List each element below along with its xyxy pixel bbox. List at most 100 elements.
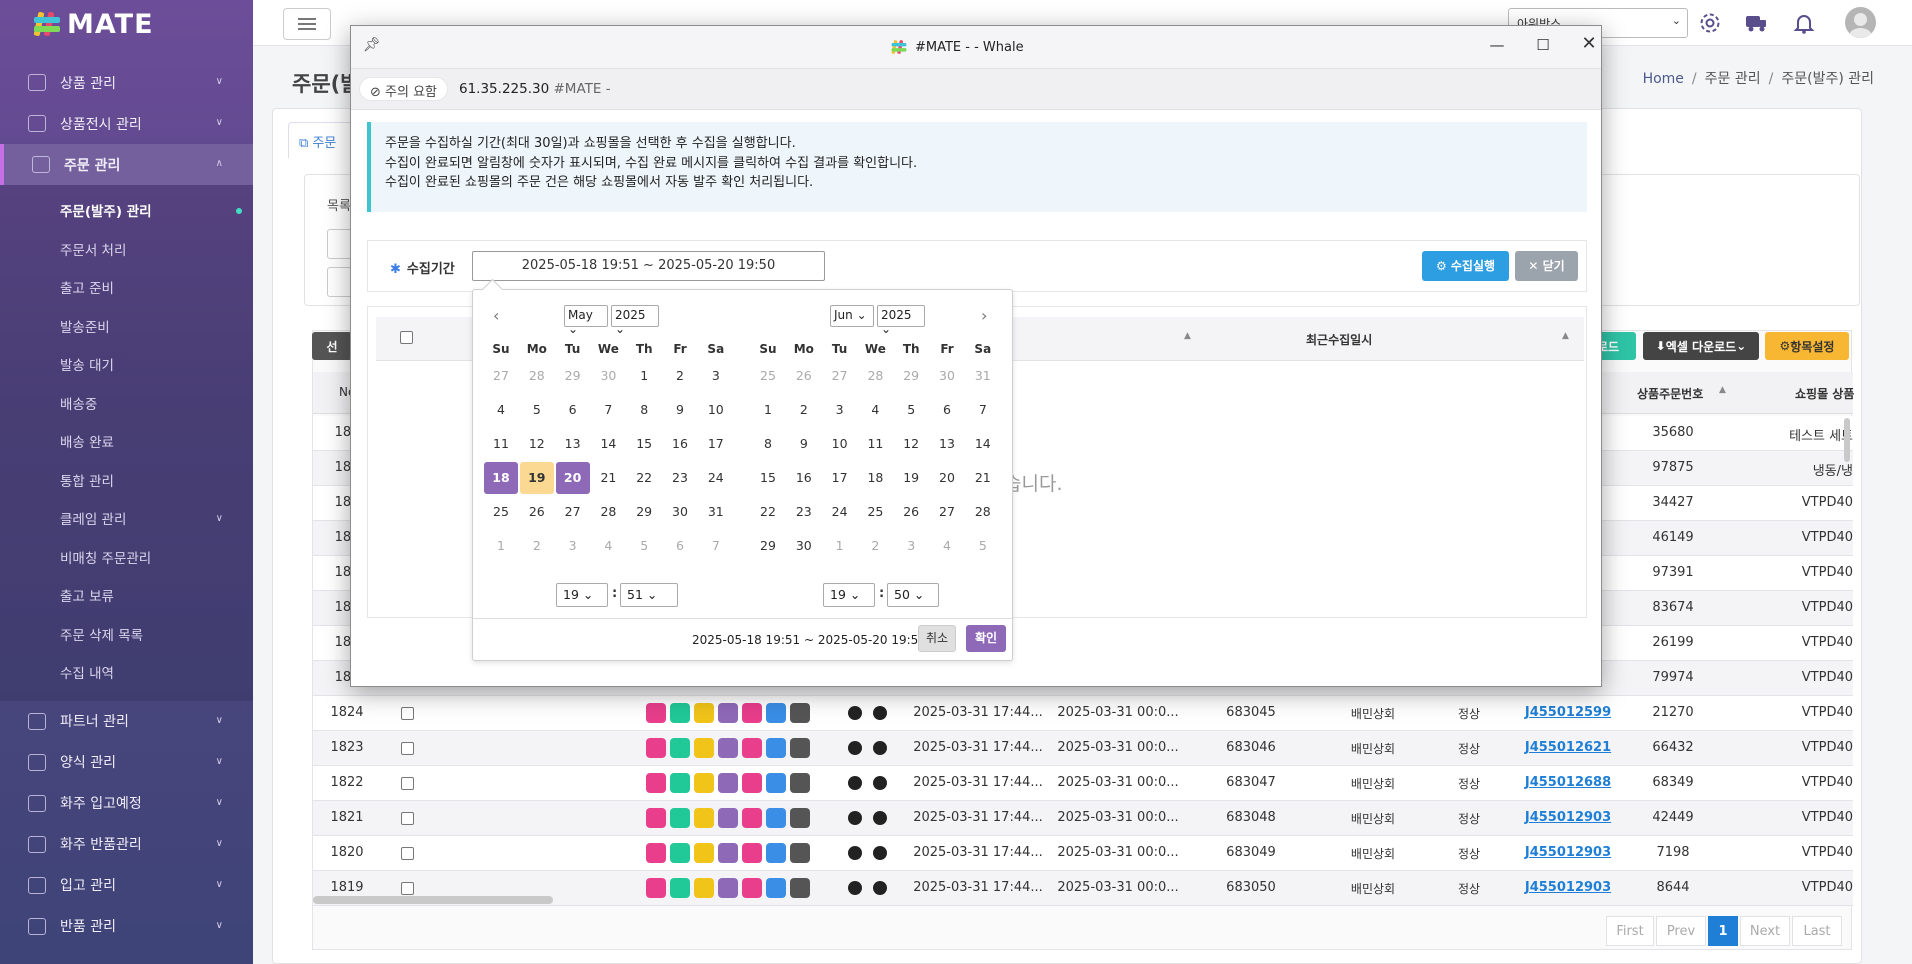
submenu-deleted[interactable]: 주문 삭제 목록 — [0, 615, 253, 654]
calendar-day[interactable]: 23 — [787, 496, 821, 528]
sidebar-item-return[interactable]: 반품 관리 ∨ — [0, 906, 253, 947]
calendar-day[interactable]: 14 — [966, 428, 1000, 460]
calendar-day[interactable]: 27 — [930, 496, 964, 528]
calendar-day[interactable]: 17 — [699, 428, 733, 460]
table-row[interactable]: 1823 2025-03-31 17:44... 2025-03-31 00:0..… — [313, 731, 1853, 766]
calendar-day[interactable]: 27 — [823, 360, 857, 392]
calendar-day[interactable]: 4 — [484, 394, 518, 426]
row-action-icon[interactable] — [670, 773, 690, 793]
row-action-icon[interactable] — [646, 808, 666, 828]
row-action-icon[interactable] — [694, 808, 714, 828]
comment-icon[interactable] — [848, 846, 862, 860]
truck-icon[interactable] — [1744, 11, 1768, 35]
calendar-day[interactable]: 18 — [484, 462, 518, 494]
gear-icon[interactable] — [873, 776, 887, 790]
calendar-day[interactable]: 4 — [930, 530, 964, 562]
cell-order-link[interactable]: J455012599 — [1513, 705, 1623, 720]
submenu-hold[interactable]: 출고 보류 — [0, 576, 253, 615]
left-hour-select[interactable]: 19 ⌄ — [556, 583, 608, 607]
minimize-icon[interactable]: — — [1485, 36, 1509, 54]
row-action-icon[interactable] — [766, 808, 786, 828]
submenu-claim[interactable]: 클레임 관리 ∨ — [0, 499, 253, 538]
calendar-day[interactable]: 16 — [663, 428, 697, 460]
calendar-day[interactable]: 8 — [627, 394, 661, 426]
calendar-day[interactable]: 1 — [751, 394, 785, 426]
calendar-day[interactable]: 4 — [591, 530, 625, 562]
maximize-icon[interactable]: ☐ — [1531, 36, 1555, 54]
submenu-unmatched[interactable]: 비매칭 주문관리 — [0, 538, 253, 577]
left-year-select[interactable]: 2025 ⌄ — [611, 305, 659, 336]
calendar-day[interactable]: 15 — [751, 462, 785, 494]
calendar-day[interactable]: 20 — [555, 462, 590, 494]
calendar-day[interactable]: 19 — [894, 462, 928, 494]
cell-order-link[interactable]: J455012903 — [1513, 845, 1623, 860]
pager-last[interactable]: Last — [1792, 916, 1842, 946]
row-checkbox[interactable] — [401, 882, 414, 895]
next-month-icon[interactable]: › — [981, 306, 987, 325]
comment-icon[interactable] — [848, 776, 862, 790]
calendar-day[interactable]: 31 — [966, 360, 1000, 392]
calendar-day[interactable]: 7 — [966, 394, 1000, 426]
cell-order-link[interactable]: J455012621 — [1513, 740, 1623, 755]
calendar-day[interactable]: 25 — [858, 496, 892, 528]
calendar-day[interactable]: 30 — [663, 496, 697, 528]
calendar-day[interactable]: 31 — [699, 496, 733, 528]
calendar-day[interactable]: 11 — [484, 428, 518, 460]
pager-prev[interactable]: Prev — [1656, 916, 1706, 946]
sidebar-item-inbound-plan[interactable]: 화주 입고예정 ∨ — [0, 783, 253, 824]
select-button[interactable]: 선 — [312, 332, 352, 360]
calendar-day[interactable]: 3 — [556, 530, 590, 562]
calendar-day[interactable]: 29 — [556, 360, 590, 392]
horizontal-scrollbar[interactable] — [313, 896, 553, 904]
calendar-day[interactable]: 8 — [751, 428, 785, 460]
sidebar-item-display[interactable]: 상품전시 관리 ∨ — [0, 103, 253, 144]
row-action-icon[interactable] — [766, 738, 786, 758]
calendar-day[interactable]: 7 — [699, 530, 733, 562]
table-row[interactable]: 1822 2025-03-31 17:44... 2025-03-31 00:0..… — [313, 766, 1853, 801]
cell-order-link[interactable]: J455012903 — [1513, 810, 1623, 825]
calendar-day[interactable]: 15 — [627, 428, 661, 460]
calendar-day[interactable]: 30 — [930, 360, 964, 392]
gear-icon[interactable] — [873, 706, 887, 720]
row-action-icon[interactable] — [646, 843, 666, 863]
calendar-day[interactable]: 10 — [699, 394, 733, 426]
calendar-day[interactable]: 22 — [751, 496, 785, 528]
row-action-icon[interactable] — [718, 738, 738, 758]
column-settings-button[interactable]: ⚙ 항목설정 — [1765, 332, 1849, 360]
calendar-day[interactable]: 30 — [591, 360, 625, 392]
calendar-day[interactable]: 1 — [627, 360, 661, 392]
pager-page-1[interactable]: 1 — [1708, 916, 1738, 946]
security-warning[interactable]: ⊘ 주의 요함 — [359, 77, 449, 101]
row-action-icon[interactable] — [766, 773, 786, 793]
picker-cancel-button[interactable]: 취소 — [918, 625, 956, 652]
bell-icon[interactable] — [1792, 11, 1816, 35]
row-checkbox[interactable] — [401, 777, 414, 790]
menu-toggle-button[interactable] — [283, 8, 331, 40]
calendar-day[interactable]: 19 — [519, 462, 554, 494]
row-action-icon[interactable] — [790, 808, 810, 828]
calendar-day[interactable]: 9 — [663, 394, 697, 426]
calendar-day[interactable]: 29 — [894, 360, 928, 392]
calendar-day[interactable]: 6 — [930, 394, 964, 426]
gear-icon[interactable] — [873, 846, 887, 860]
comment-icon[interactable] — [848, 706, 862, 720]
calendar-day[interactable]: 18 — [858, 462, 892, 494]
calendar-day[interactable]: 3 — [894, 530, 928, 562]
calendar-day[interactable]: 5 — [627, 530, 661, 562]
calendar-day[interactable]: 12 — [520, 428, 554, 460]
row-action-icon[interactable] — [790, 738, 810, 758]
calendar-day[interactable]: 26 — [520, 496, 554, 528]
row-action-icon[interactable] — [670, 703, 690, 723]
gear-icon[interactable] — [873, 811, 887, 825]
sidebar-item-order[interactable]: 주문 관리 ∧ — [0, 144, 253, 185]
user-avatar[interactable] — [1845, 7, 1876, 38]
calendar-day[interactable]: 13 — [556, 428, 590, 460]
calendar-day[interactable]: 30 — [787, 530, 821, 562]
row-checkbox[interactable] — [401, 812, 414, 825]
row-checkbox[interactable] — [401, 742, 414, 755]
sort-icon[interactable]: ▲ — [1562, 331, 1569, 341]
header-last-collected[interactable]: 최근수집일시 — [1306, 331, 1372, 348]
gear-icon[interactable] — [873, 741, 887, 755]
submenu-send-ready[interactable]: 발송준비 — [0, 307, 253, 346]
calendar-day[interactable]: 11 — [858, 428, 892, 460]
